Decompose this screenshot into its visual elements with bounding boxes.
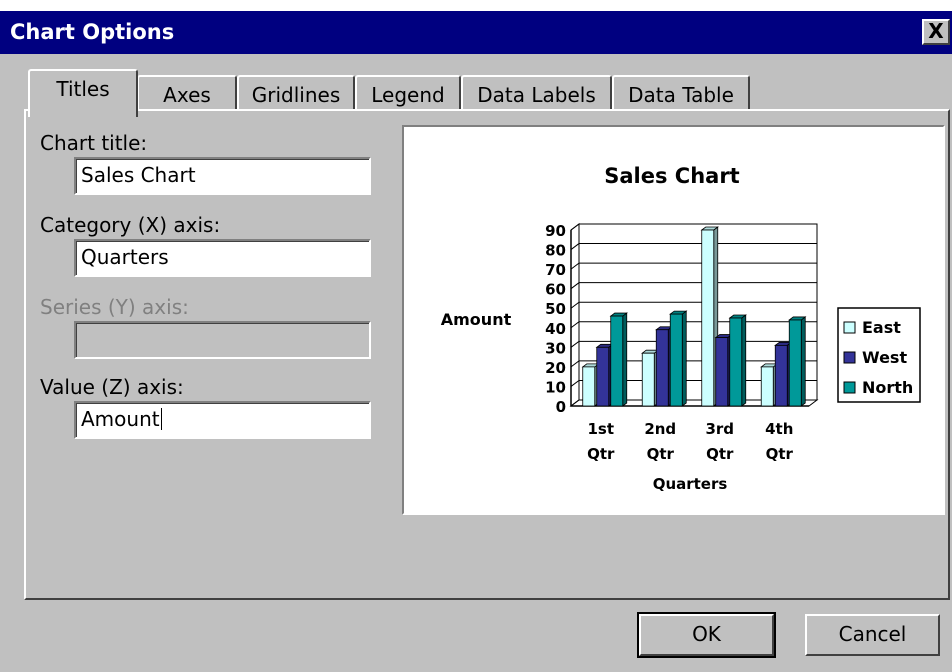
bar-north: [669, 313, 683, 407]
legend-swatch: [843, 381, 856, 394]
chart-svg: Sales Chart 0 1020 3040 5060 7080 90 Amount 1st Q…: [441, 164, 921, 493]
y-tick-label: 50: [545, 300, 566, 318]
x-tick-label: Qtr: [647, 445, 675, 463]
x-tick-label: Qtr: [766, 445, 794, 463]
x-tick-label: 2nd: [644, 420, 676, 438]
bar-north: [610, 315, 624, 407]
bar-east: [582, 366, 596, 407]
x-tick-label: 3rd: [705, 420, 734, 438]
chart-title-input[interactable]: Sales Chart: [74, 157, 371, 195]
bar-north: [729, 317, 743, 407]
y-tick-label: 80: [545, 242, 566, 260]
bar-west: [655, 329, 669, 407]
category-axis-input[interactable]: Quarters: [74, 239, 371, 277]
legend-label: East: [862, 318, 901, 337]
close-button[interactable]: X: [922, 19, 950, 45]
x-tick-label: 1st: [587, 420, 614, 438]
ok-button[interactable]: OK: [637, 612, 776, 658]
window-title: Chart Options: [10, 20, 175, 44]
legend-label: North: [862, 378, 913, 397]
legend-swatch: [843, 321, 856, 334]
y-tick-label: 60: [545, 281, 566, 299]
bar-side: [622, 312, 628, 407]
value-axis-label: Value (Z) axis:: [40, 375, 184, 399]
series-axis-input: [74, 321, 371, 359]
y-tick-label: 0: [556, 398, 566, 416]
y-tick-label: 30: [545, 339, 566, 357]
bar-east: [701, 229, 715, 407]
legend-swatch: [843, 351, 856, 364]
chart-title: Sales Chart: [604, 164, 739, 188]
cancel-button[interactable]: Cancel: [805, 614, 940, 656]
x-axis-title: Quarters: [653, 475, 728, 493]
x-tick-label: Qtr: [706, 445, 734, 463]
y-tick-label: 70: [545, 261, 566, 279]
y-tick-label: 20: [545, 359, 566, 377]
tab-label: Gridlines: [251, 83, 341, 107]
bar-west: [774, 344, 788, 407]
x-tick-label: 4th: [765, 420, 793, 438]
bar-north: [788, 319, 802, 407]
tab-label: Legend: [371, 83, 445, 107]
y-axis-title: Amount: [441, 310, 512, 329]
bar-side: [800, 316, 806, 407]
chart-title-label: Chart title:: [40, 131, 148, 155]
value-axis-text: Amount: [81, 407, 160, 431]
tab-label: Axes: [163, 83, 211, 107]
y-tick-label: 90: [545, 222, 566, 240]
bar-side: [741, 314, 747, 407]
close-icon: X: [928, 19, 944, 43]
legend-label: West: [862, 348, 907, 367]
x-tick-label: Qtr: [587, 445, 615, 463]
bar-side: [681, 310, 687, 407]
tab-label: Titles: [56, 77, 110, 101]
title-bar: Chart Options X: [0, 11, 952, 54]
value-axis-input[interactable]: Amount: [74, 401, 371, 439]
category-axis-label: Category (X) axis:: [40, 213, 221, 237]
series-axis-label: Series (Y) axis:: [40, 295, 189, 319]
tab-label: Data Table: [628, 83, 734, 107]
text-caret: [160, 408, 162, 430]
bar-west: [715, 337, 729, 407]
bar-east: [760, 366, 774, 407]
tab-label: Data Labels: [477, 83, 596, 107]
y-tick-label: 40: [545, 320, 566, 338]
chart-side-wall: [570, 223, 580, 407]
bar-east: [641, 352, 655, 407]
tab-titles[interactable]: Titles: [28, 69, 138, 117]
bar-west: [596, 346, 610, 407]
chart-preview: Sales Chart 0 10 20 30 40 50 60 70 80 90 Amount 1st Q…: [402, 125, 945, 515]
y-tick-label: 10: [545, 378, 566, 396]
